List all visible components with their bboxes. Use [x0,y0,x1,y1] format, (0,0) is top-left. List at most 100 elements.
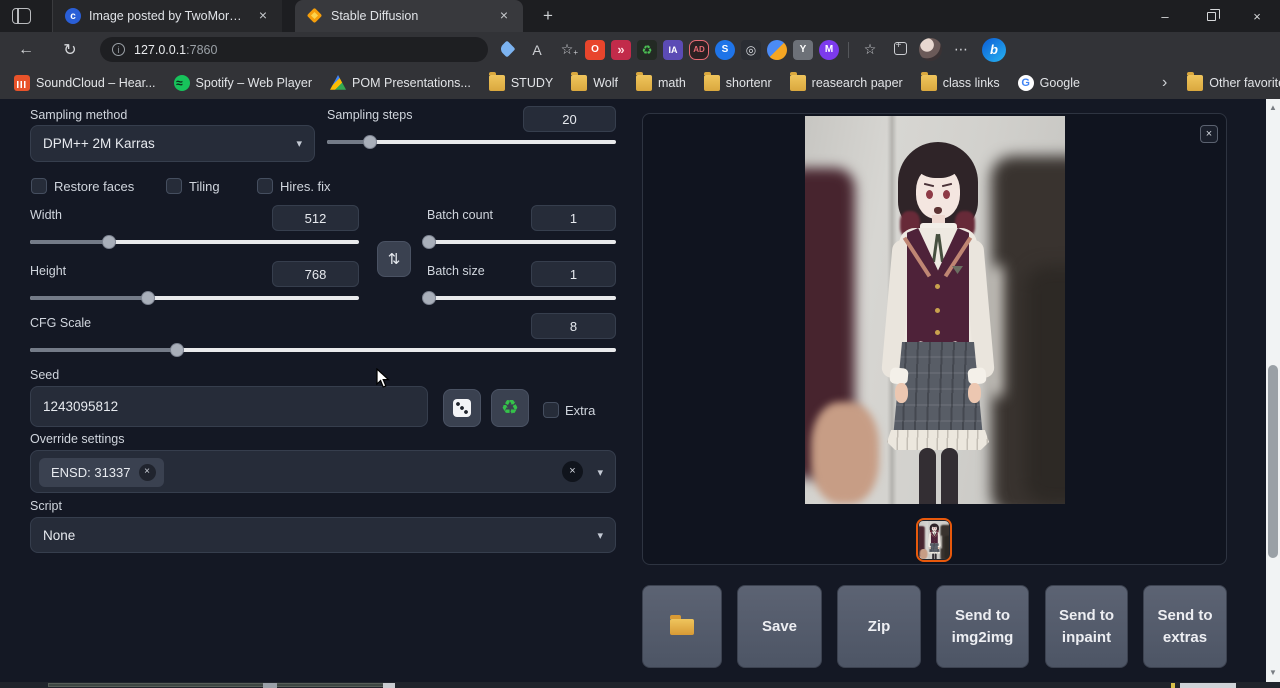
bookmark-google[interactable]: GGoogle [1018,75,1080,91]
workspaces-icon[interactable] [12,8,31,24]
script-dropdown[interactable]: None▾ [30,517,616,553]
bookmark-spotify[interactable]: Spotify – Web Player [174,75,313,91]
restore-faces-checkbox[interactable] [31,178,47,194]
height-input[interactable]: 768 [272,261,359,287]
bookmark-folder-wolf[interactable]: Wolf [571,75,618,91]
refresh-icon[interactable]: ↻ [56,40,84,60]
vertical-scrollbar[interactable]: ▲ ▼ [1266,99,1280,688]
clear-all-icon[interactable]: × [562,461,583,482]
chip-remove-icon[interactable]: × [139,464,156,481]
extension-icon-10[interactable]: M [819,40,839,60]
address-bar[interactable]: i 127.0.0.1:7860 [100,37,488,62]
extension-icon-6[interactable]: S [715,40,735,60]
scrollbar-thumb[interactable] [1268,365,1278,558]
browser-toolbar: ← ↻ i 127.0.0.1:7860 A ☆ O » ♻ IA AD S ◎… [0,32,1280,67]
minimize-button[interactable]: – [1142,0,1188,32]
slider-handle[interactable] [363,135,377,149]
scroll-up-icon[interactable]: ▲ [1266,101,1280,115]
open-folder-button[interactable] [642,585,722,668]
chevron-down-icon: ▾ [296,137,302,150]
bookmark-folder-class-links[interactable]: class links [921,75,1000,91]
slider-handle[interactable] [102,235,116,249]
slider-handle[interactable] [422,291,436,305]
cfg-scale-input[interactable]: 8 [531,313,616,339]
extension-icon-7[interactable]: ◎ [741,40,761,60]
scroll-down-icon[interactable]: ▼ [1266,666,1280,680]
batch-count-slider[interactable] [427,235,616,249]
bookmarks-bar: SoundCloud – Hear... Spotify – Web Playe… [0,67,1280,99]
browser-window: c Image posted by TwoMoreTimes × Stable … [0,0,1280,688]
bookmarks-overflow-icon[interactable]: › [1162,74,1167,92]
extension-icon-1[interactable]: O [585,40,605,60]
tab-civitai[interactable]: c Image posted by TwoMoreTimes × [52,0,282,32]
tab-title: Image posted by TwoMoreTimes [89,9,246,23]
shopping-tag-icon[interactable] [492,42,522,58]
save-button[interactable]: Save [737,585,822,668]
add-favorite-icon[interactable]: ☆ [552,41,582,58]
extension-icon-2[interactable]: » [611,40,631,60]
bookmark-pom[interactable]: POM Presentations... [330,75,471,91]
width-input[interactable]: 512 [272,205,359,231]
site-info-icon[interactable]: i [112,43,125,56]
swap-dimensions-button[interactable]: ⇅ [377,241,411,277]
profile-avatar[interactable] [919,38,942,61]
extra-checkbox[interactable] [543,402,559,418]
thumbnail-image [919,521,949,559]
close-button[interactable]: × [1234,0,1280,32]
batch-count-input[interactable]: 1 [531,205,616,231]
height-slider[interactable] [30,291,359,305]
sampling-steps-input[interactable]: 20 [523,106,616,132]
folder-icon [704,75,720,91]
extension-icon-8[interactable] [767,40,787,60]
width-slider[interactable] [30,235,359,249]
cfg-scale-slider[interactable] [30,343,616,357]
gallery-thumbnail[interactable] [916,518,952,562]
settings-menu-icon[interactable]: ⋯ [946,41,976,58]
bookmark-folder-shortenr[interactable]: shortenr [704,75,772,91]
new-tab-button[interactable]: + [536,4,560,28]
hires-fix-checkbox[interactable] [257,178,273,194]
send-to-img2img-button[interactable]: Send to img2img [936,585,1029,668]
bookmark-soundcloud[interactable]: SoundCloud – Hear... [14,75,156,91]
bing-chat-icon[interactable]: b [982,38,1006,62]
favorites-hub-icon[interactable]: ☆ [855,41,885,58]
send-to-extras-button[interactable]: Send to extras [1143,585,1227,668]
reuse-seed-button[interactable]: ♻ [491,389,529,427]
override-settings-dropdown[interactable]: ENSD: 31337 × × ▾ [30,450,616,493]
batch-size-slider[interactable] [427,291,616,305]
slider-handle[interactable] [170,343,184,357]
send-to-inpaint-button[interactable]: Send to inpaint [1045,585,1128,668]
slider-handle[interactable] [141,291,155,305]
toolbar-divider [848,42,849,58]
extension-icon-9[interactable]: Y [793,40,813,60]
generated-image[interactable] [805,116,1065,504]
tab-stable-diffusion[interactable]: Stable Diffusion × [295,0,523,32]
seed-input[interactable]: 1243095812 [30,386,428,427]
override-chip[interactable]: ENSD: 31337 × [39,458,164,487]
extension-icon-4[interactable]: IA [663,40,683,60]
collections-add-icon[interactable] [885,42,915,58]
read-aloud-icon[interactable]: A [522,42,552,58]
output-gallery: × [642,113,1227,565]
random-seed-button[interactable] [443,389,481,427]
chevron-down-icon[interactable]: ▾ [597,466,603,479]
extension-icon-5[interactable]: AD [689,40,709,60]
bookmark-folder-study[interactable]: STUDY [489,75,553,91]
bookmark-folder-math[interactable]: math [636,75,686,91]
restore-button[interactable] [1188,0,1234,32]
bookmark-folder-reasearch-paper[interactable]: reasearch paper [790,75,903,91]
sampling-method-dropdown[interactable]: DPM++ 2M Karras▾ [30,125,315,162]
back-icon[interactable]: ← [12,41,40,59]
extension-icon-3[interactable]: ♻ [637,40,657,60]
slider-handle[interactable] [422,235,436,249]
zip-button[interactable]: Zip [837,585,921,668]
tiling-checkbox[interactable] [166,178,182,194]
sampling-steps-slider[interactable] [327,135,616,149]
bookmark-other-favorites[interactable]: Other favorites [1187,75,1280,91]
horizontal-scrollbar-thumb[interactable] [48,683,390,687]
chevron-down-icon: ▾ [597,529,603,542]
tab-close-icon[interactable]: × [254,7,272,25]
tab-close-icon[interactable]: × [495,7,513,25]
batch-size-input[interactable]: 1 [531,261,616,287]
close-icon[interactable]: × [1200,125,1218,143]
